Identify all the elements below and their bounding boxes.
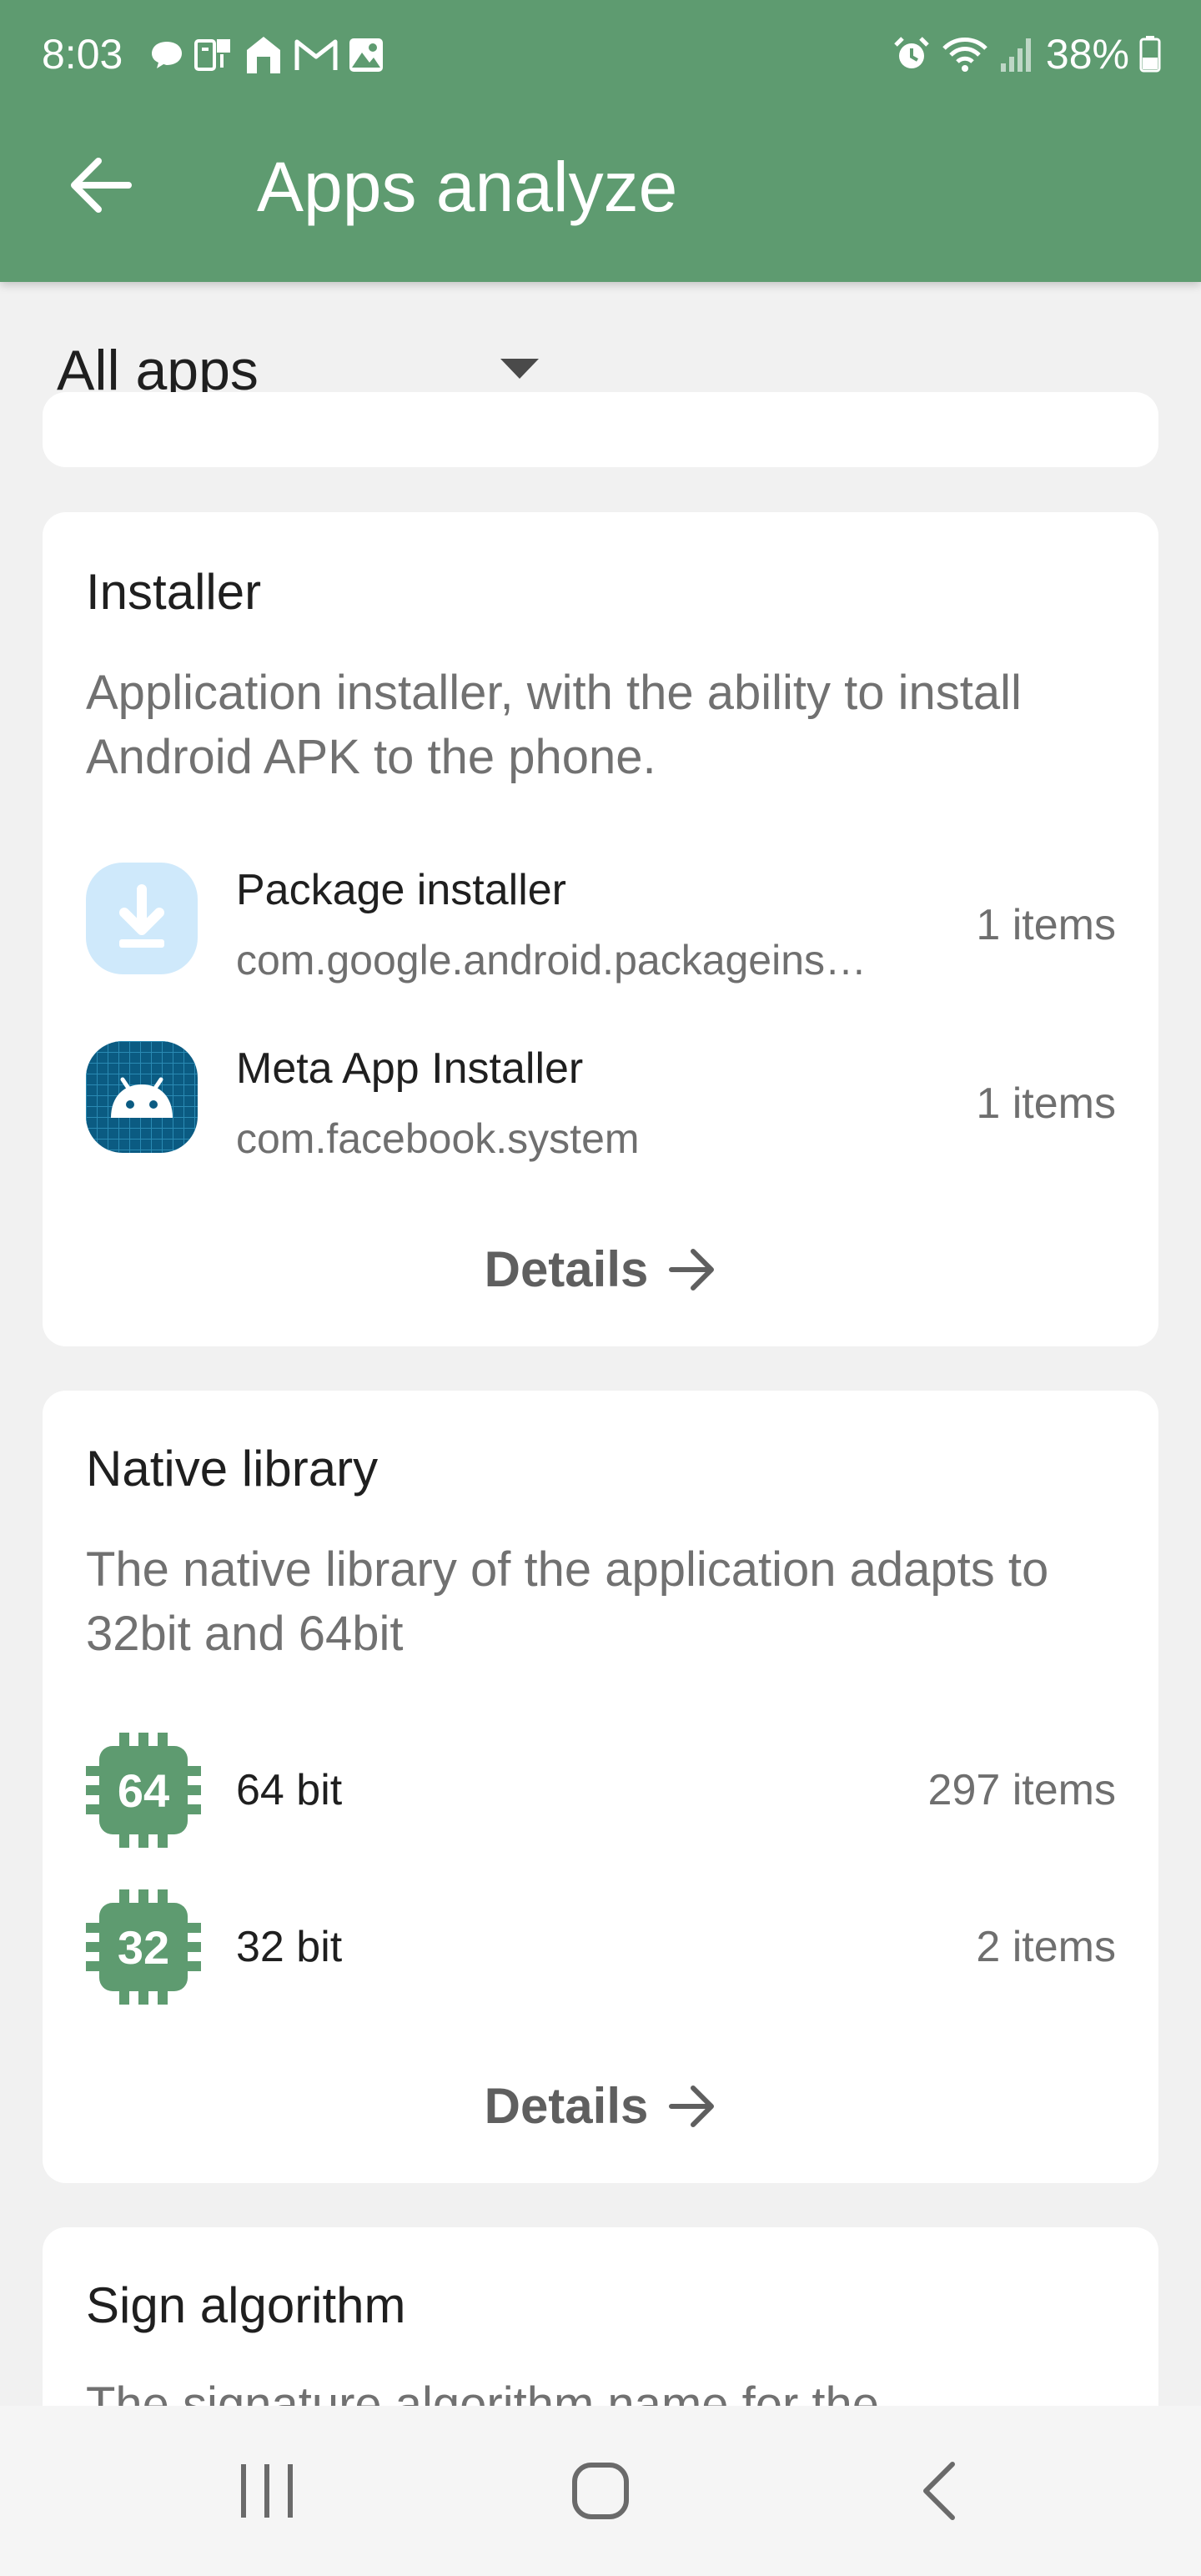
status-time: 8:03 <box>42 31 123 78</box>
library-name: 64 bit <box>236 1766 343 1814</box>
home-icon <box>572 2463 629 2519</box>
previous-card <box>43 392 1158 467</box>
native-library-card: Native library The native library of the… <box>43 1391 1158 2183</box>
card-description: The native library of the application ad… <box>86 1542 1049 1661</box>
page-title: Apps analyze <box>257 148 678 226</box>
android-icon <box>86 1041 198 1153</box>
app-header: 8:03 38% Apps analyze <box>0 0 1201 282</box>
home-button[interactable] <box>542 2449 659 2533</box>
back-button[interactable] <box>58 143 142 227</box>
installer-details-button[interactable]: Details <box>43 1228 1158 1311</box>
app-package: com.facebook.system <box>236 1115 640 1162</box>
app-name: Package installer <box>236 866 566 914</box>
home-app-icon <box>247 37 280 73</box>
chip-icon: 32 <box>86 1889 201 2005</box>
battery-icon <box>1139 36 1161 73</box>
system-navigation-bar <box>0 2406 1201 2576</box>
list-item[interactable]: Package installer com.google.android.pac… <box>86 863 1116 988</box>
gallery-icon <box>349 38 383 72</box>
chip-icon: 64 <box>86 1733 201 1848</box>
wifi-icon <box>942 38 987 72</box>
installer-card: Installer Application installer, with th… <box>43 512 1158 1346</box>
arrow-forward-icon <box>669 1249 715 1291</box>
gmail-icon <box>294 39 338 70</box>
list-item[interactable]: 64 64 bit 297 items <box>86 1733 1116 1858</box>
download-icon <box>86 863 198 974</box>
alarm-icon <box>894 37 929 68</box>
item-count: 1 items <box>976 1079 1116 1128</box>
signal-icon <box>1000 38 1031 72</box>
item-count: 1 items <box>976 901 1116 949</box>
nav-back-icon <box>923 2462 955 2520</box>
item-count: 297 items <box>927 1766 1116 1814</box>
app-package: com.google.android.packageinstaller <box>236 937 870 984</box>
native-library-details-button[interactable]: Details <box>43 2065 1158 2148</box>
app-name: Meta App Installer <box>236 1044 584 1093</box>
arrow-back-icon <box>71 158 132 213</box>
card-title: Native library <box>86 1441 379 1497</box>
library-name: 32 bit <box>236 1923 343 1971</box>
arrow-forward-icon <box>669 2085 715 2127</box>
recent-apps-button[interactable] <box>209 2449 325 2533</box>
details-label: Details <box>484 2078 649 2134</box>
chip-badge-label: 32 <box>117 1920 170 1974</box>
list-item[interactable]: Meta App Installer com.facebook.system 1… <box>86 1041 1116 1166</box>
battery-percentage: 38% <box>1045 31 1129 78</box>
chip-badge-label: 64 <box>117 1763 170 1817</box>
item-count: 2 items <box>976 1923 1116 1971</box>
card-title: Installer <box>86 564 262 620</box>
list-item[interactable]: 32 32 bit 2 items <box>86 1889 1116 2015</box>
nav-back-button[interactable] <box>880 2449 997 2533</box>
dropdown-arrow-icon <box>500 359 539 379</box>
chat-icon <box>152 42 182 68</box>
card-title: Sign algorithm <box>86 2277 406 2333</box>
status-notification-icons <box>148 32 385 78</box>
recent-apps-icon <box>241 2464 293 2518</box>
card-description: Application installer, with the ability … <box>86 666 1022 784</box>
notification-icon <box>194 39 230 71</box>
status-system-icons: 38% <box>892 25 1161 83</box>
details-label: Details <box>484 1241 649 1297</box>
